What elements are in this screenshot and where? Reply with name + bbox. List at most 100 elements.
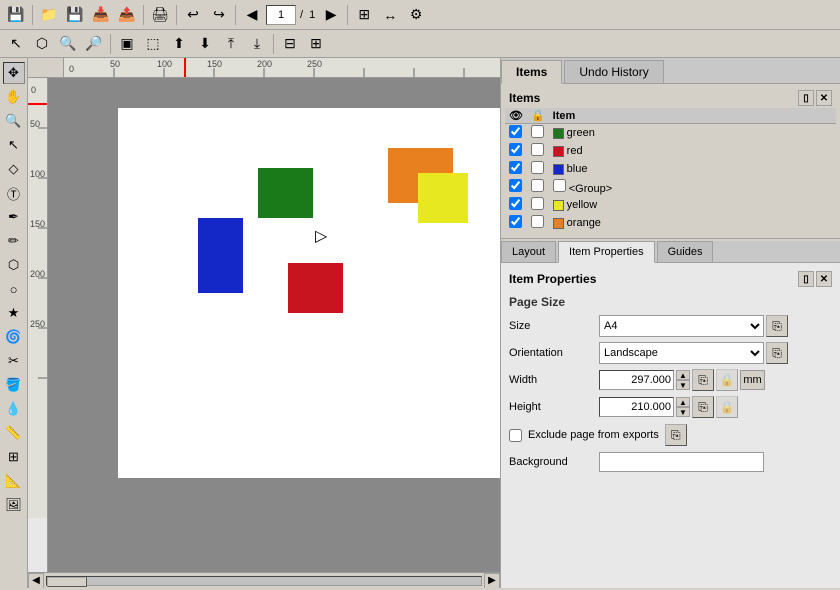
tab-item-properties[interactable]: Item Properties [558, 241, 655, 263]
raise-btn[interactable]: ⬆ [167, 32, 191, 56]
item-eye-3[interactable] [509, 179, 522, 192]
table-row[interactable]: red [505, 142, 836, 160]
orientation-copy-btn[interactable]: ⎘ [766, 342, 788, 364]
scroll-left[interactable]: ◀ [28, 573, 44, 589]
fill-tool[interactable]: 🪣 [3, 374, 25, 396]
height-lock-btn[interactable]: 🔒 [716, 396, 738, 418]
ungroup-btn[interactable]: ⬚ [141, 32, 165, 56]
page-input[interactable] [266, 5, 296, 25]
lower-btn[interactable]: ⬇ [193, 32, 217, 56]
connector-tool[interactable]: 📐 [3, 470, 25, 492]
zoom-in[interactable]: 🔍 [56, 32, 80, 56]
zoom-out[interactable]: 🔎 [82, 32, 106, 56]
dropper-tool[interactable]: 💧 [3, 398, 25, 420]
svg-text:50: 50 [30, 119, 40, 129]
grid-tool[interactable]: ⊞ [3, 446, 25, 468]
item-eye-0[interactable] [509, 125, 522, 138]
next-btn[interactable]: ▶ [319, 3, 343, 27]
zoom-fit-btn[interactable]: ⊞ [352, 3, 376, 27]
item-checkbox-3[interactable] [553, 179, 566, 192]
height-down[interactable]: ▼ [676, 407, 690, 417]
undo-btn[interactable]: ↩ [181, 3, 205, 27]
bottom-btn[interactable]: ⤓ [245, 32, 269, 56]
tab-undo[interactable]: Undo History [564, 60, 663, 83]
select-tool-left[interactable]: ✥ [3, 62, 25, 84]
print-btn[interactable]: 🖨 [148, 3, 172, 27]
tab-items[interactable]: Items [501, 60, 562, 84]
item-eye-4[interactable] [509, 197, 522, 210]
redo-btn[interactable]: ↪ [207, 3, 231, 27]
table-row[interactable]: blue [505, 160, 836, 178]
shape-blue[interactable] [198, 218, 243, 293]
item-eye-2[interactable] [509, 161, 522, 174]
group-btn[interactable]: ▣ [115, 32, 139, 56]
save-btn[interactable]: 💾 [63, 3, 87, 27]
height-copy-btn[interactable]: ⎘ [692, 396, 714, 418]
export-btn[interactable]: 📤 [115, 3, 139, 27]
spiral-tool[interactable]: 🌀 [3, 326, 25, 348]
zoom-width-btn[interactable]: ↔ [378, 3, 402, 27]
width-down[interactable]: ▼ [676, 380, 690, 390]
item-lock-1[interactable] [531, 143, 544, 156]
table-row[interactable]: orange [505, 214, 836, 232]
scroll-right[interactable]: ▶ [484, 573, 500, 589]
scroll-hthumb[interactable] [47, 577, 87, 587]
tab-guides[interactable]: Guides [657, 241, 714, 262]
size-select[interactable]: A4 A3A5Letter [599, 315, 764, 337]
arrow-tool[interactable]: ↖ [3, 134, 25, 156]
item-eye-1[interactable] [509, 143, 522, 156]
measure-tool[interactable]: 📏 [3, 422, 25, 444]
pencil-tool[interactable]: ✏ [3, 230, 25, 252]
props-minimize[interactable]: ▯ [798, 271, 814, 287]
shape-green[interactable] [258, 168, 313, 218]
table-row[interactable]: yellow [505, 196, 836, 214]
zoom-tool-left[interactable]: 🔍 [3, 110, 25, 132]
frame-tool[interactable]: 🖼 [3, 494, 25, 516]
item-lock-2[interactable] [531, 161, 544, 174]
shape-yellow[interactable] [418, 173, 468, 223]
exclude-copy-btn[interactable]: ⎘ [665, 424, 687, 446]
text-tool[interactable]: Ⓣ [3, 182, 25, 204]
orientation-select[interactable]: Landscape Portrait [599, 342, 764, 364]
width-copy-btn[interactable]: ⎘ [692, 369, 714, 391]
item-lock-4[interactable] [531, 197, 544, 210]
size-copy-btn[interactable]: ⎘ [766, 315, 788, 337]
open-btn[interactable]: 📁 [37, 3, 61, 27]
items-close[interactable]: ✕ [816, 90, 832, 106]
width-lock-btn[interactable]: 🔒 [716, 369, 738, 391]
height-up[interactable]: ▲ [676, 397, 690, 407]
shape-red[interactable] [288, 263, 343, 313]
star-tool[interactable]: ★ [3, 302, 25, 324]
item-lock-5[interactable] [531, 215, 544, 228]
align-btn[interactable]: ⊟ [278, 32, 302, 56]
select-tool[interactable]: ↖ [4, 32, 28, 56]
background-swatch[interactable] [599, 452, 764, 472]
node-tool-left[interactable]: ◇ [3, 158, 25, 180]
pen-tool[interactable]: ✒ [3, 206, 25, 228]
settings-btn[interactable]: ⚙ [404, 3, 428, 27]
exclude-checkbox[interactable] [509, 429, 522, 442]
import-btn[interactable]: 📥 [89, 3, 113, 27]
tab-layout[interactable]: Layout [501, 241, 556, 262]
item-lock-3[interactable] [531, 179, 544, 192]
node-tool[interactable]: ⬡ [30, 32, 54, 56]
table-row[interactable]: <Group> [505, 178, 836, 196]
width-up[interactable]: ▲ [676, 370, 690, 380]
new-btn[interactable]: 💾 [4, 3, 28, 27]
hand-tool[interactable]: ✋ [3, 86, 25, 108]
width-input[interactable] [599, 370, 674, 390]
item-lock-0[interactable] [531, 125, 544, 138]
distribute-btn[interactable]: ⊞ [304, 32, 328, 56]
scissors-tool[interactable]: ✂ [3, 350, 25, 372]
item-eye-5[interactable] [509, 215, 522, 228]
prev-btn[interactable]: ◀ [240, 3, 264, 27]
top-btn[interactable]: ⤒ [219, 32, 243, 56]
props-close[interactable]: ✕ [816, 271, 832, 287]
height-input[interactable] [599, 397, 674, 417]
table-row[interactable]: green [505, 124, 836, 143]
items-minimize[interactable]: ▯ [798, 90, 814, 106]
circle-tool[interactable]: ○ [3, 278, 25, 300]
canvas-scroll[interactable]: ▷ [48, 78, 500, 572]
scroll-htrack[interactable] [46, 576, 482, 586]
shape-tool[interactable]: ⬡ [3, 254, 25, 276]
